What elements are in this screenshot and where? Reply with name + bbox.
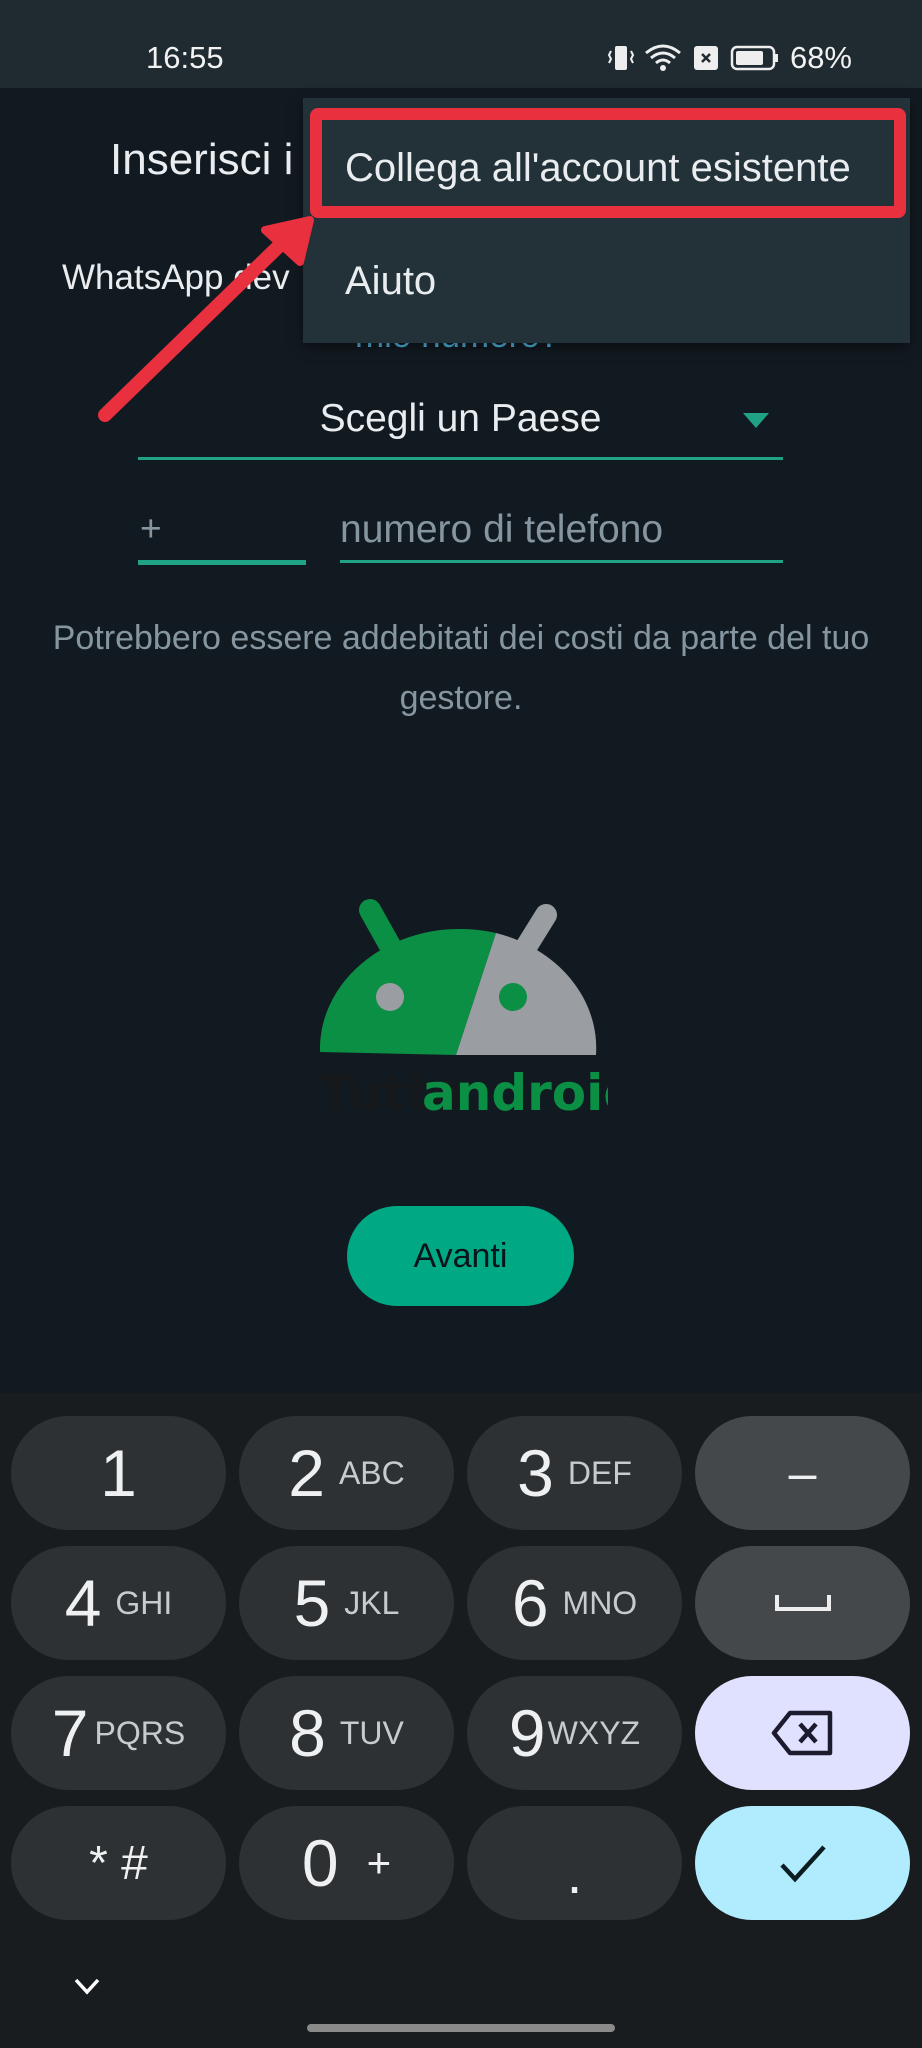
key-2[interactable]: 2 ABC [239, 1416, 454, 1530]
key-letters: MNO [562, 1584, 638, 1621]
annotation-arrow-icon [98, 216, 314, 422]
collapse-keyboard-icon[interactable] [72, 1975, 102, 1997]
key-dash[interactable]: – [695, 1416, 910, 1530]
key-space[interactable] [695, 1546, 910, 1660]
key-5[interactable]: 5 JKL [239, 1546, 454, 1660]
key-letters: ABC [338, 1454, 405, 1491]
country-code-input[interactable]: + [138, 500, 306, 565]
next-button[interactable]: Avanti [347, 1206, 574, 1306]
menu-item-help[interactable]: Aiuto [303, 226, 910, 336]
key-7[interactable]: 7 PQRS [11, 1676, 226, 1790]
key-6[interactable]: 6 MNO [467, 1546, 682, 1660]
key-star-hash[interactable]: * # [11, 1806, 226, 1920]
key-4[interactable]: 4 GHI [11, 1546, 226, 1660]
wifi-icon [645, 44, 681, 71]
numeric-keypad: 1 2 ABC 3 DEF – 4 GHI 5 JKL 6 MNO 7 PQRS 8 TUV … [0, 1393, 922, 2048]
status-icons: 68% [607, 40, 852, 75]
key-letters: + [366, 1839, 392, 1886]
key-letters: GHI [115, 1584, 173, 1621]
phone-number-input[interactable]: numero di telefono [340, 500, 783, 563]
key-letters: JKL [344, 1584, 400, 1621]
status-bar: 16:55 68% [0, 0, 922, 88]
dash-icon: – [788, 1445, 817, 1501]
vibrate-icon [607, 46, 634, 70]
gesture-navigation-bar[interactable] [307, 2024, 615, 2032]
battery-icon [730, 45, 778, 71]
key-backspace[interactable] [695, 1676, 910, 1790]
key-digit: 5 [293, 1566, 331, 1640]
key-done[interactable] [695, 1806, 910, 1920]
country-code-prefix: + [140, 508, 162, 549]
tuttoandroid-watermark-logo: Tutto android [318, 899, 608, 1122]
checkmark-icon [779, 1845, 826, 1883]
key-9[interactable]: 9 WXYZ [467, 1676, 682, 1790]
key-3[interactable]: 3 DEF [467, 1416, 682, 1530]
key-digit: 6 [511, 1566, 549, 1640]
watermark-text-part2: android [422, 1064, 608, 1122]
key-digit: 7 [51, 1696, 89, 1770]
key-letters: PQRS [94, 1714, 186, 1751]
key-letters: WXYZ [547, 1714, 641, 1751]
key-digit: . [566, 1841, 583, 1905]
key-digit: 1 [100, 1436, 137, 1510]
key-digit: 3 [517, 1436, 554, 1510]
key-digit: 2 [288, 1436, 325, 1510]
annotation-highlight-box [310, 108, 906, 218]
key-letters: TUV [339, 1714, 404, 1751]
key-digit: 0 [301, 1826, 339, 1900]
key-0[interactable]: 0 + [239, 1806, 454, 1920]
no-sim-icon [693, 46, 718, 70]
key-letters: DEF [567, 1454, 632, 1491]
clock: 16:55 [146, 40, 224, 75]
key-digit: 4 [64, 1566, 102, 1640]
backspace-icon [771, 1710, 832, 1756]
key-digit: * # [89, 1836, 148, 1890]
key-8[interactable]: 8 TUV [239, 1676, 454, 1790]
key-digit: 8 [289, 1696, 326, 1770]
page-title: Inserisci i [110, 135, 294, 184]
key-digit: 9 [508, 1696, 546, 1770]
key-1[interactable]: 1 [11, 1416, 226, 1530]
dropdown-caret-icon [743, 413, 769, 428]
phone-number-placeholder: numero di telefono [340, 508, 664, 551]
space-icon [774, 1595, 831, 1611]
carrier-charges-notice: Potrebbero essere addebitati dei costi d… [52, 619, 870, 717]
battery-percentage: 68% [789, 40, 852, 75]
key-dot[interactable]: . [467, 1806, 682, 1920]
